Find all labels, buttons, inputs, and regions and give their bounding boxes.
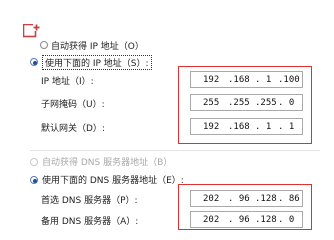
auto-dns-radio[interactable] xyxy=(30,158,38,166)
manual-ip-label[interactable]: 使用下面的 IP 地址（S）: xyxy=(42,55,152,70)
manual-ip-radio[interactable] xyxy=(30,58,38,66)
default-gateway-label: 默认网关（D）: xyxy=(41,124,105,134)
section-divider xyxy=(30,150,320,151)
subnet-mask-label: 子网掩码（U）: xyxy=(41,100,105,110)
auto-dns-label[interactable]: 自动获得 DNS 服务器地址（B） xyxy=(42,155,172,168)
manual-dns-radio[interactable] xyxy=(30,176,38,184)
alternate-dns-label: 备用 DNS 服务器（A）: xyxy=(41,217,139,227)
manual-dns-label[interactable]: 使用下面的 DNS 服务器地址（E）: xyxy=(42,173,184,186)
ip-address-label: IP 地址（I）: xyxy=(41,77,94,87)
dns-fields-highlight xyxy=(178,184,312,230)
auto-ip-label[interactable]: 自动获得 IP 地址（O） xyxy=(51,39,144,52)
preferred-dns-label: 首选 DNS 服务器（P）: xyxy=(41,196,138,206)
network-settings-icon xyxy=(23,24,40,38)
ip-fields-highlight xyxy=(178,66,312,144)
auto-ip-radio[interactable] xyxy=(40,41,48,49)
